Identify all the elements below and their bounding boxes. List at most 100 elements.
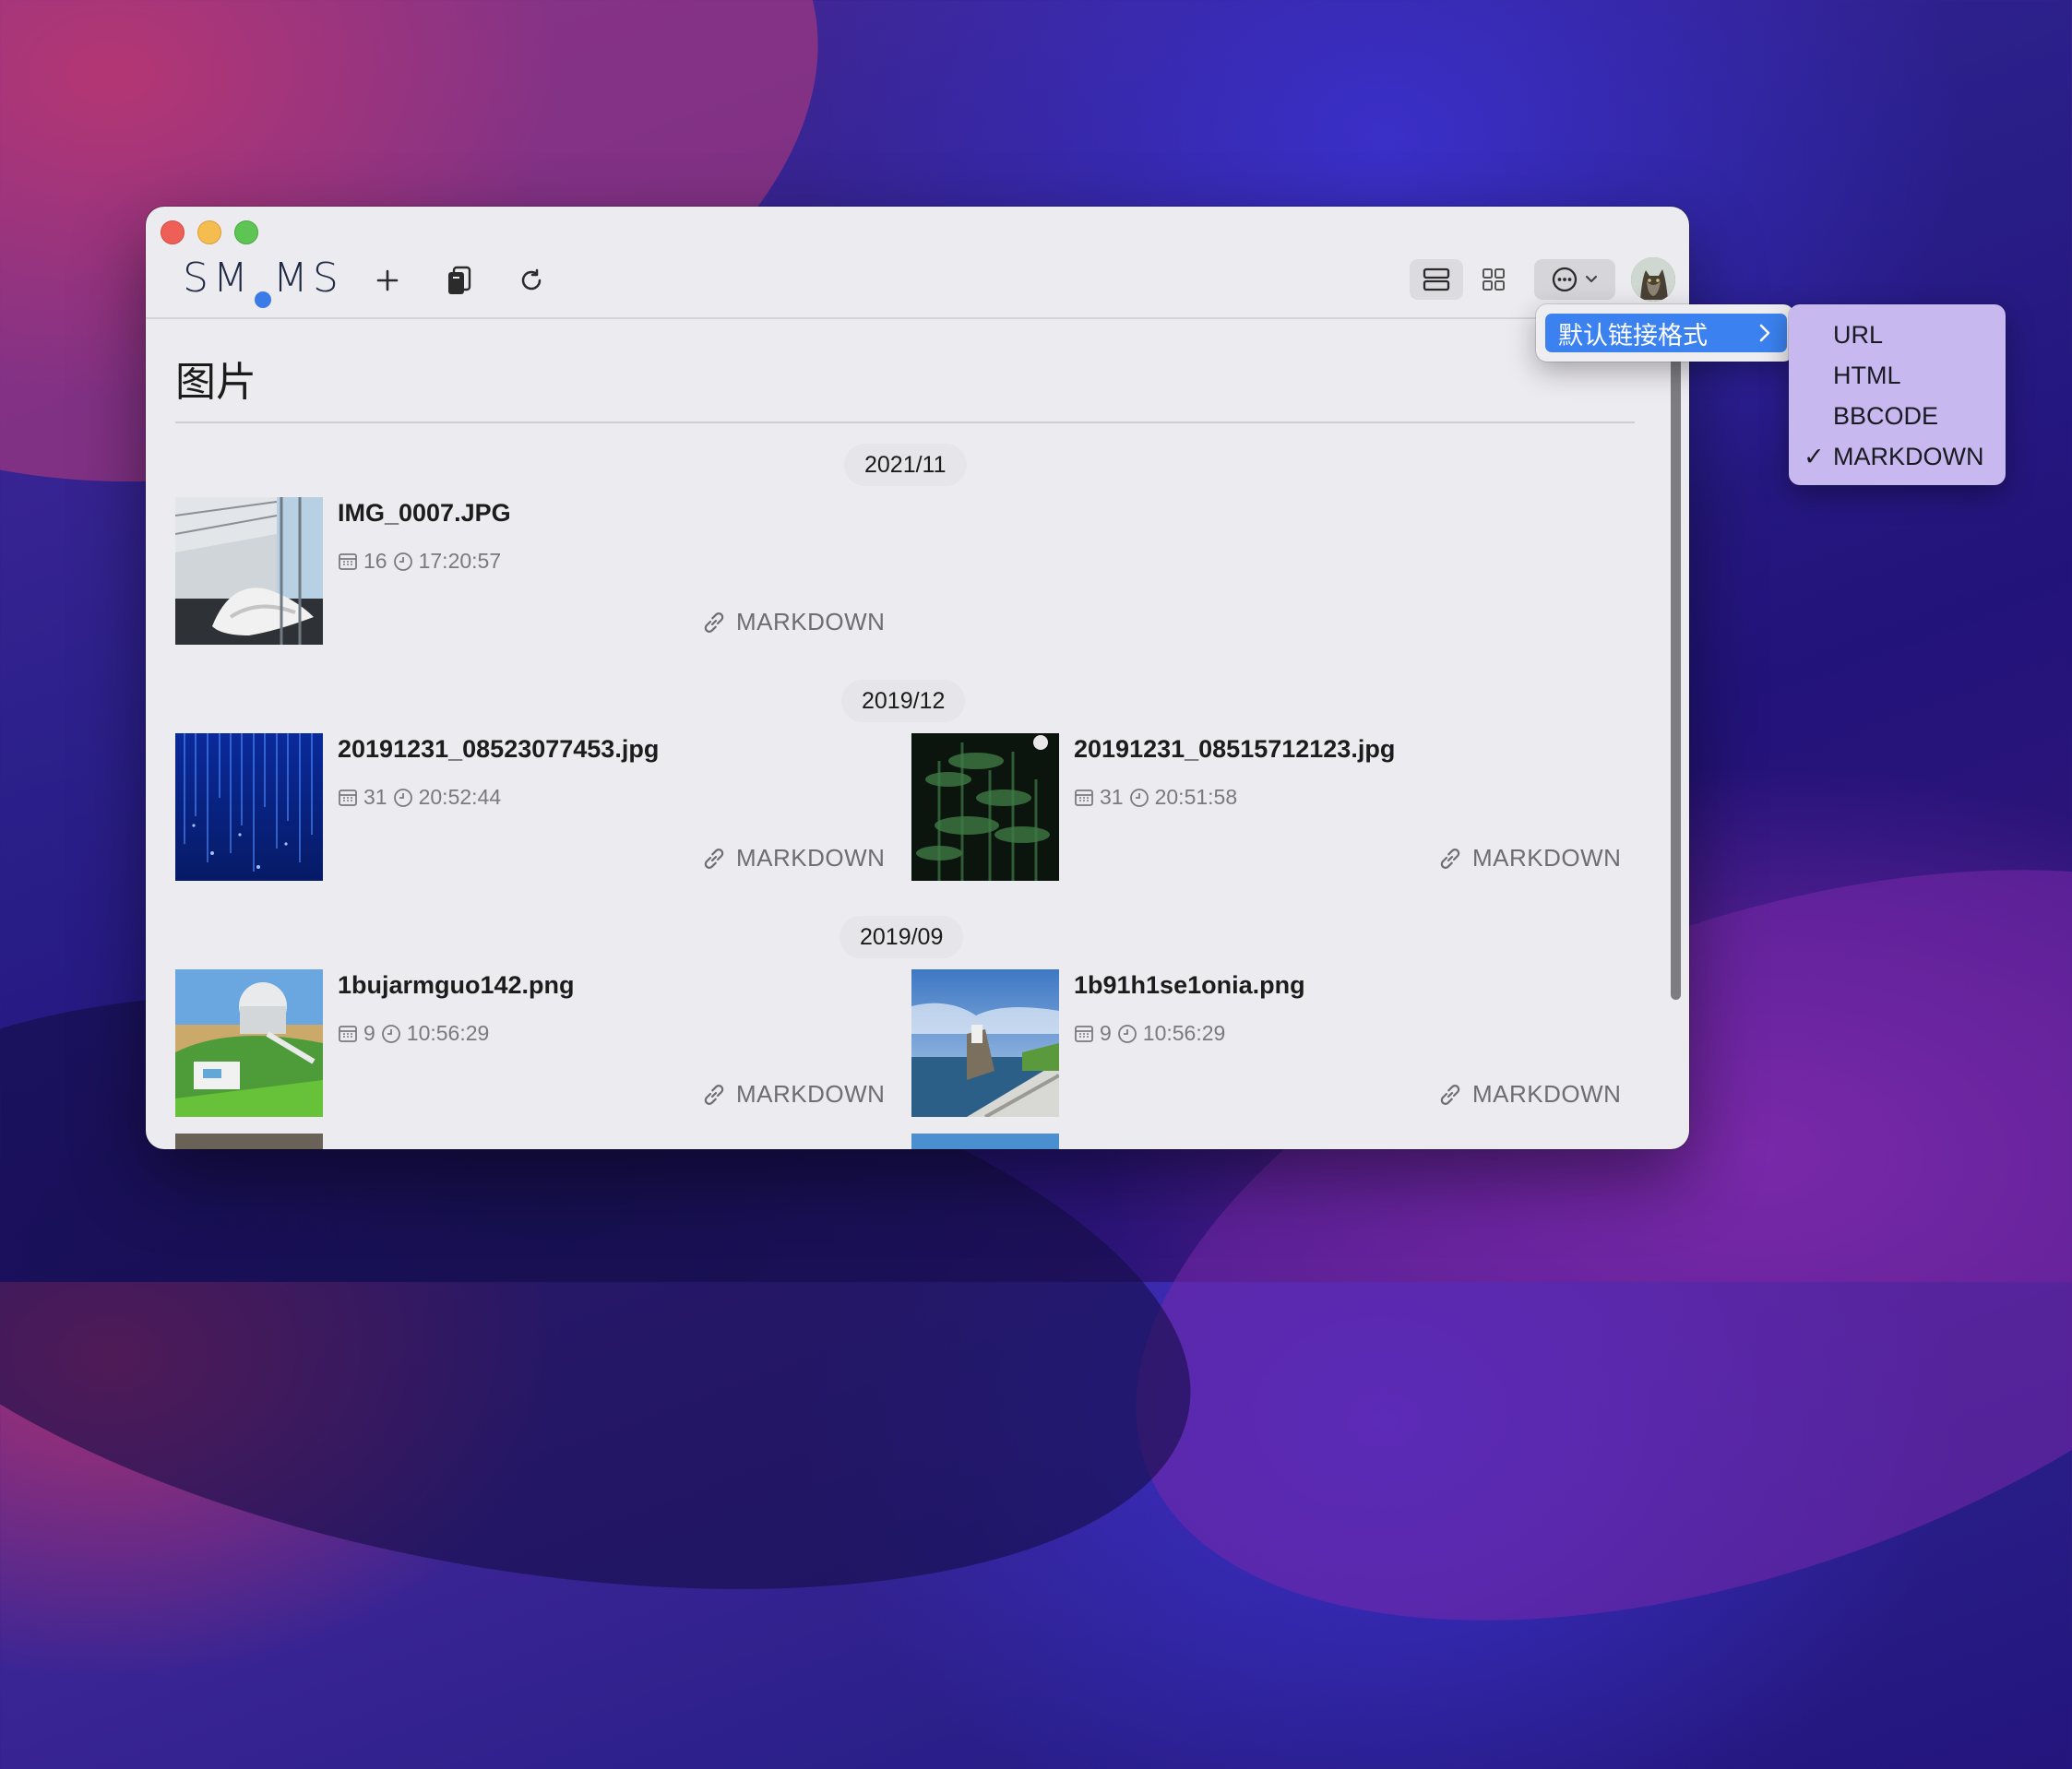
file-meta: 16 17:20:57 bbox=[338, 549, 501, 574]
copy-link-button[interactable]: MARKDOWN bbox=[1437, 1080, 1621, 1109]
link-icon bbox=[1440, 848, 1460, 869]
copy-link-button[interactable]: MARKDOWN bbox=[701, 1080, 885, 1109]
file-name: 1bujarmguo142.png bbox=[338, 971, 575, 999]
link-icon bbox=[704, 611, 724, 633]
menu-item-label: 默认链接格式 bbox=[1558, 321, 1708, 350]
upload-time: 10:56:29 bbox=[1142, 1021, 1226, 1045]
file-name: 20191231_08523077453.jpg bbox=[338, 735, 660, 763]
file-name: 20191231_08515712123.jpg bbox=[1074, 735, 1396, 763]
refresh-icon bbox=[521, 268, 542, 291]
coastal-path-photo-image bbox=[911, 969, 1059, 1117]
file-name: 1b91h1se1onia.png bbox=[1074, 971, 1305, 999]
submenu-item-html[interactable]: HTML bbox=[1833, 362, 1901, 390]
grid-view-button[interactable] bbox=[1467, 259, 1520, 300]
link-format-label: MARKDOWN bbox=[736, 844, 886, 872]
image-thumbnail[interactable] bbox=[175, 497, 323, 645]
upload-day: 31 bbox=[1100, 785, 1124, 809]
link-format-label: MARKDOWN bbox=[736, 1080, 886, 1108]
image-card[interactable]: IMG_0007.JPG 16 17:20:57 MARKDOWN bbox=[175, 497, 904, 645]
list-view-icon bbox=[1423, 267, 1450, 291]
avatar[interactable] bbox=[1631, 257, 1675, 302]
image-thumbnail[interactable] bbox=[175, 733, 323, 881]
upload-time: 20:51:58 bbox=[1154, 785, 1238, 809]
more-dropdown-menu: 默认链接格式 bbox=[1536, 304, 1794, 362]
cat-avatar-icon bbox=[1631, 257, 1675, 302]
upload-day: 9 bbox=[1100, 1021, 1112, 1045]
image-thumbnail[interactable] bbox=[911, 1134, 1059, 1149]
blue-lights-photo-image bbox=[175, 733, 323, 881]
copy-link-button[interactable]: MARKDOWN bbox=[1437, 844, 1621, 873]
grid-view-icon bbox=[1483, 268, 1505, 291]
submenu-item-markdown[interactable]: ✓ MARKDOWN bbox=[1804, 443, 1984, 471]
date-header: 2019/09 bbox=[840, 916, 964, 958]
add-button[interactable] bbox=[367, 260, 408, 301]
file-meta: 9 10:56:29 bbox=[338, 1021, 489, 1046]
upload-time: 20:52:44 bbox=[418, 785, 502, 809]
link-format-label: MARKDOWN bbox=[1472, 1080, 1622, 1108]
upload-day: 16 bbox=[363, 549, 387, 573]
dome-landscape-photo-image bbox=[175, 969, 323, 1117]
link-format-submenu: URL HTML BBCODE ✓ MARKDOWN bbox=[1789, 304, 2006, 485]
list-view-button[interactable] bbox=[1410, 259, 1463, 300]
calendar-icon bbox=[1075, 1025, 1093, 1042]
chevron-right-icon bbox=[1759, 324, 1770, 342]
bamboo-night-photo-image bbox=[911, 733, 1059, 881]
link-icon bbox=[1440, 1084, 1460, 1105]
link-format-label: MARKDOWN bbox=[736, 608, 886, 635]
chevron-down-icon bbox=[1585, 275, 1598, 283]
app-window: SM MS 图片 2021/11 IMG_0007.JPG 16 17:20:5… bbox=[146, 207, 1689, 1149]
date-header: 2021/11 bbox=[844, 444, 967, 486]
logo-text-left: SM bbox=[183, 255, 253, 302]
image-thumbnail[interactable] bbox=[911, 733, 1059, 881]
image-card[interactable]: 20191231_08523077453.jpg 31 20:52:44 MAR… bbox=[175, 733, 904, 881]
more-menu-button[interactable] bbox=[1534, 259, 1615, 300]
logo-dot bbox=[254, 291, 271, 308]
submenu-item-markdown-label: MARKDOWN bbox=[1833, 443, 1984, 470]
link-format-label: MARKDOWN bbox=[1472, 844, 1622, 872]
upload-day: 31 bbox=[363, 785, 387, 809]
calendar-icon bbox=[1075, 789, 1093, 806]
checkmark-icon: ✓ bbox=[1804, 443, 1825, 470]
main-content: 图片 2021/11 IMG_0007.JPG 16 17:20:57 MARK… bbox=[146, 319, 1689, 1149]
clock-icon bbox=[393, 788, 412, 807]
image-card[interactable]: 1bujarmguo142.png 9 10:56:29 MARKDOWN bbox=[175, 969, 904, 1117]
file-meta: 9 10:56:29 bbox=[1074, 1021, 1225, 1046]
image-card[interactable]: 20191231_08515712123.jpg 31 20:51:58 MAR… bbox=[911, 733, 1640, 881]
clock-icon bbox=[393, 552, 412, 571]
file-meta: 31 20:51:58 bbox=[1074, 785, 1237, 810]
vertical-scrollbar[interactable] bbox=[1671, 354, 1681, 1000]
copy-link-button[interactable]: MARKDOWN bbox=[701, 844, 885, 873]
calendar-icon bbox=[339, 552, 357, 570]
submenu-item-url[interactable]: URL bbox=[1833, 321, 1883, 350]
app-logo: SM MS bbox=[183, 255, 343, 308]
file-name: IMG_0007.JPG bbox=[338, 499, 511, 527]
refresh-button[interactable] bbox=[511, 260, 552, 301]
title-divider bbox=[175, 421, 1635, 423]
upload-day: 9 bbox=[363, 1021, 375, 1045]
menu-item-default-link-format[interactable]: 默认链接格式 bbox=[1545, 314, 1787, 352]
submenu-item-bbcode[interactable]: BBCODE bbox=[1833, 402, 1938, 431]
date-header: 2019/12 bbox=[841, 680, 966, 722]
link-icon bbox=[704, 848, 724, 869]
plus-icon bbox=[376, 269, 399, 291]
logo-text-right: MS bbox=[272, 255, 343, 302]
toolbar: SM MS bbox=[146, 207, 1689, 319]
clipboard-button[interactable] bbox=[439, 260, 480, 301]
clock-icon bbox=[381, 1024, 400, 1043]
image-thumbnail[interactable] bbox=[911, 969, 1059, 1117]
image-thumbnail[interactable] bbox=[175, 969, 323, 1117]
clipboard-icon bbox=[448, 266, 471, 294]
image-card[interactable]: 1b91h1se1onia.png 9 10:56:29 MARKDOWN bbox=[911, 969, 1640, 1117]
page-title: 图片 bbox=[175, 360, 256, 405]
airport-photo-image bbox=[175, 497, 323, 645]
file-meta: 31 20:52:44 bbox=[338, 785, 501, 810]
calendar-icon bbox=[339, 1025, 357, 1042]
image-thumbnail[interactable] bbox=[175, 1134, 323, 1149]
link-icon bbox=[704, 1084, 724, 1105]
calendar-icon bbox=[339, 789, 357, 806]
copy-link-button[interactable]: MARKDOWN bbox=[701, 608, 885, 636]
ellipsis-circle-icon bbox=[1552, 267, 1578, 292]
clock-icon bbox=[1129, 788, 1149, 807]
clock-icon bbox=[1117, 1024, 1137, 1043]
upload-time: 17:20:57 bbox=[418, 549, 502, 573]
